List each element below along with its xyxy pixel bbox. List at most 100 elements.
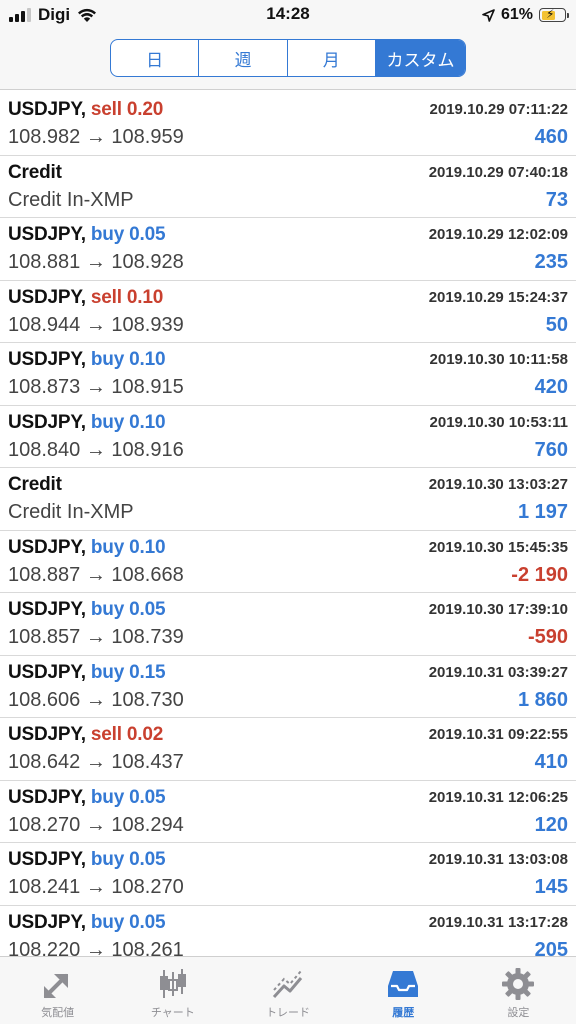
row-symbol: USDJPY,	[8, 849, 86, 870]
row-action: buy 0.05	[90, 849, 166, 870]
row-symbol: USDJPY,	[8, 411, 86, 433]
row-title: USDJPY, buy 0.10	[8, 536, 166, 559]
row-timestamp: 2019.10.31 03:39:27	[428, 663, 568, 681]
row-title: Credit	[8, 162, 62, 184]
charging-bolt-icon: ⚡	[546, 7, 555, 21]
row-price-detail: 108.220 → 108.261	[8, 938, 184, 957]
row-price-detail: Credit In-XMP	[8, 188, 134, 211]
row-action: buy 0.15	[90, 661, 166, 683]
status-right: 61% ⚡	[482, 5, 569, 25]
row-action: buy 0.05	[90, 786, 166, 808]
tab-history[interactable]: 履歴	[346, 957, 461, 1024]
row-profit: 205	[534, 938, 568, 957]
row-action: buy 0.05	[90, 911, 166, 933]
row-timestamp: 2019.10.31 09:22:55	[428, 726, 568, 743]
history-row[interactable]: USDJPY, buy 0.05 2019.10.31 12:06:25 108.2…	[0, 781, 576, 843]
history-row[interactable]: USDJPY, buy 0.10 2019.10.30 10:53:11 108.8…	[0, 406, 576, 468]
row-timestamp: 2019.10.30 15:45:35	[428, 538, 568, 556]
tab-quotes-label: 気配値	[41, 1007, 75, 1019]
trade-line-icon	[272, 970, 303, 999]
row-timestamp: 2019.10.29 07:11:22	[429, 101, 568, 118]
row-price-detail: Credit In-XMP	[8, 501, 134, 523]
battery-icon: ⚡	[539, 7, 569, 22]
location-arrow-icon	[482, 8, 495, 22]
tab-trade[interactable]: トレード	[230, 957, 345, 1024]
row-action: buy 0.10	[90, 349, 166, 370]
tab-chart-label: チャート	[150, 1007, 195, 1019]
row-title: Credit	[8, 474, 62, 496]
row-price-detail: 108.881 → 108.928	[8, 251, 184, 273]
row-profit: 1 197	[517, 501, 568, 523]
row-timestamp: 2019.10.29 12:02:09	[428, 226, 568, 243]
row-profit: 760	[534, 438, 568, 461]
row-symbol: USDJPY,	[8, 661, 86, 683]
row-price-detail: 108.857 → 108.739	[8, 626, 184, 648]
row-symbol: USDJPY,	[8, 99, 86, 120]
row-price-detail: 108.873 → 108.915	[8, 376, 184, 398]
row-symbol: USDJPY,	[8, 286, 86, 308]
history-row[interactable]: USDJPY, buy 0.15 2019.10.31 03:39:27 108.6…	[0, 656, 576, 718]
row-price-detail: 108.887 → 108.668	[8, 563, 184, 586]
row-price-detail: 108.944 → 108.939	[8, 313, 184, 336]
segment-week[interactable]: 週	[199, 40, 288, 76]
history-list[interactable]: USDJPY, sell 0.20 2019.10.29 07:11:22 108.…	[0, 93, 576, 956]
tab-chart[interactable]: チャート	[115, 957, 230, 1024]
candlestick-chart-icon	[159, 969, 186, 998]
row-price-detail: 108.606 → 108.730	[8, 688, 184, 711]
settings-gear-icon	[502, 968, 535, 1000]
row-symbol: USDJPY,	[8, 224, 86, 245]
row-timestamp: 2019.10.30 17:39:10	[428, 601, 568, 618]
row-profit: -2 190	[511, 563, 568, 586]
history-row[interactable]: USDJPY, buy 0.05 2019.10.29 12:02:09 108.8…	[0, 218, 576, 281]
row-timestamp: 2019.10.30 13:03:27	[428, 476, 568, 493]
row-action: sell 0.10	[90, 286, 164, 308]
tab-settings[interactable]: 設定	[461, 957, 576, 1024]
row-title: USDJPY, buy 0.10	[8, 349, 166, 371]
row-symbol: USDJPY,	[8, 786, 86, 808]
segment-month[interactable]: 月	[288, 40, 376, 76]
history-row[interactable]: USDJPY, sell 0.20 2019.10.29 07:11:22 108.…	[0, 93, 576, 156]
row-action: sell 0.02	[90, 724, 164, 745]
row-profit: 145	[534, 876, 568, 898]
row-profit: -590	[527, 626, 568, 648]
tab-quotes[interactable]: 気配値	[0, 957, 115, 1024]
row-title: USDJPY, sell 0.10	[8, 287, 163, 309]
segment-custom[interactable]: カスタム	[375, 40, 465, 76]
row-profit: 1 860	[517, 688, 568, 711]
row-title: USDJPY, buy 0.05	[8, 849, 166, 871]
battery-percent: 61%	[500, 6, 533, 23]
history-row[interactable]: USDJPY, sell 0.02 2019.10.31 09:22:55 108.…	[0, 718, 576, 781]
history-row[interactable]: Credit 2019.10.30 13:03:27 Credit In-XMP 1 …	[0, 468, 576, 531]
row-symbol: USDJPY,	[8, 724, 86, 745]
tab-bar: 気配値 チャート トレード 履歴 設定	[0, 956, 576, 1024]
row-price-detail: 108.270 → 108.294	[8, 813, 184, 836]
row-timestamp: 2019.10.31 12:06:25	[428, 788, 568, 806]
row-symbol: USDJPY,	[8, 536, 86, 558]
history-row[interactable]: USDJPY, buy 0.10 2019.10.30 10:11:58 108.8…	[0, 343, 576, 406]
row-timestamp: 2019.10.30 10:53:11	[429, 413, 568, 431]
row-price-detail: 108.982 → 108.959	[8, 126, 184, 148]
row-symbol: Credit	[8, 161, 62, 183]
row-title: USDJPY, buy 0.05	[8, 911, 166, 934]
row-timestamp: 2019.10.29 15:24:37	[428, 288, 568, 306]
row-price-detail: 108.840 → 108.916	[8, 438, 184, 461]
history-row[interactable]: USDJPY, buy 0.05 2019.10.31 13:17:28 108.2…	[0, 906, 576, 957]
row-title: USDJPY, buy 0.05	[8, 599, 166, 621]
row-profit: 120	[534, 813, 568, 836]
segment-day[interactable]: 日	[111, 40, 200, 76]
history-row[interactable]: USDJPY, buy 0.10 2019.10.30 15:45:35 108.8…	[0, 531, 576, 593]
row-profit: 50	[545, 313, 568, 336]
row-title: USDJPY, buy 0.10	[8, 411, 166, 434]
history-row[interactable]: USDJPY, buy 0.05 2019.10.31 13:03:08 108.2…	[0, 843, 576, 906]
history-row[interactable]: USDJPY, sell 0.10 2019.10.29 15:24:37 108.…	[0, 281, 576, 343]
row-action: buy 0.10	[90, 536, 166, 558]
history-row[interactable]: USDJPY, buy 0.05 2019.10.30 17:39:10 108.8…	[0, 593, 576, 656]
row-profit: 410	[534, 751, 568, 773]
row-timestamp: 2019.10.31 13:03:08	[428, 851, 568, 868]
history-row[interactable]: Credit 2019.10.29 07:40:18 Credit In-XMP 73	[0, 156, 576, 218]
row-symbol: USDJPY,	[8, 599, 86, 620]
row-title: USDJPY, sell 0.20	[8, 99, 163, 121]
status-bar: Digi 14:28 61% ⚡	[0, 0, 576, 30]
row-price-detail: 108.642 → 108.437	[8, 751, 184, 773]
row-action: sell 0.20	[90, 99, 164, 120]
